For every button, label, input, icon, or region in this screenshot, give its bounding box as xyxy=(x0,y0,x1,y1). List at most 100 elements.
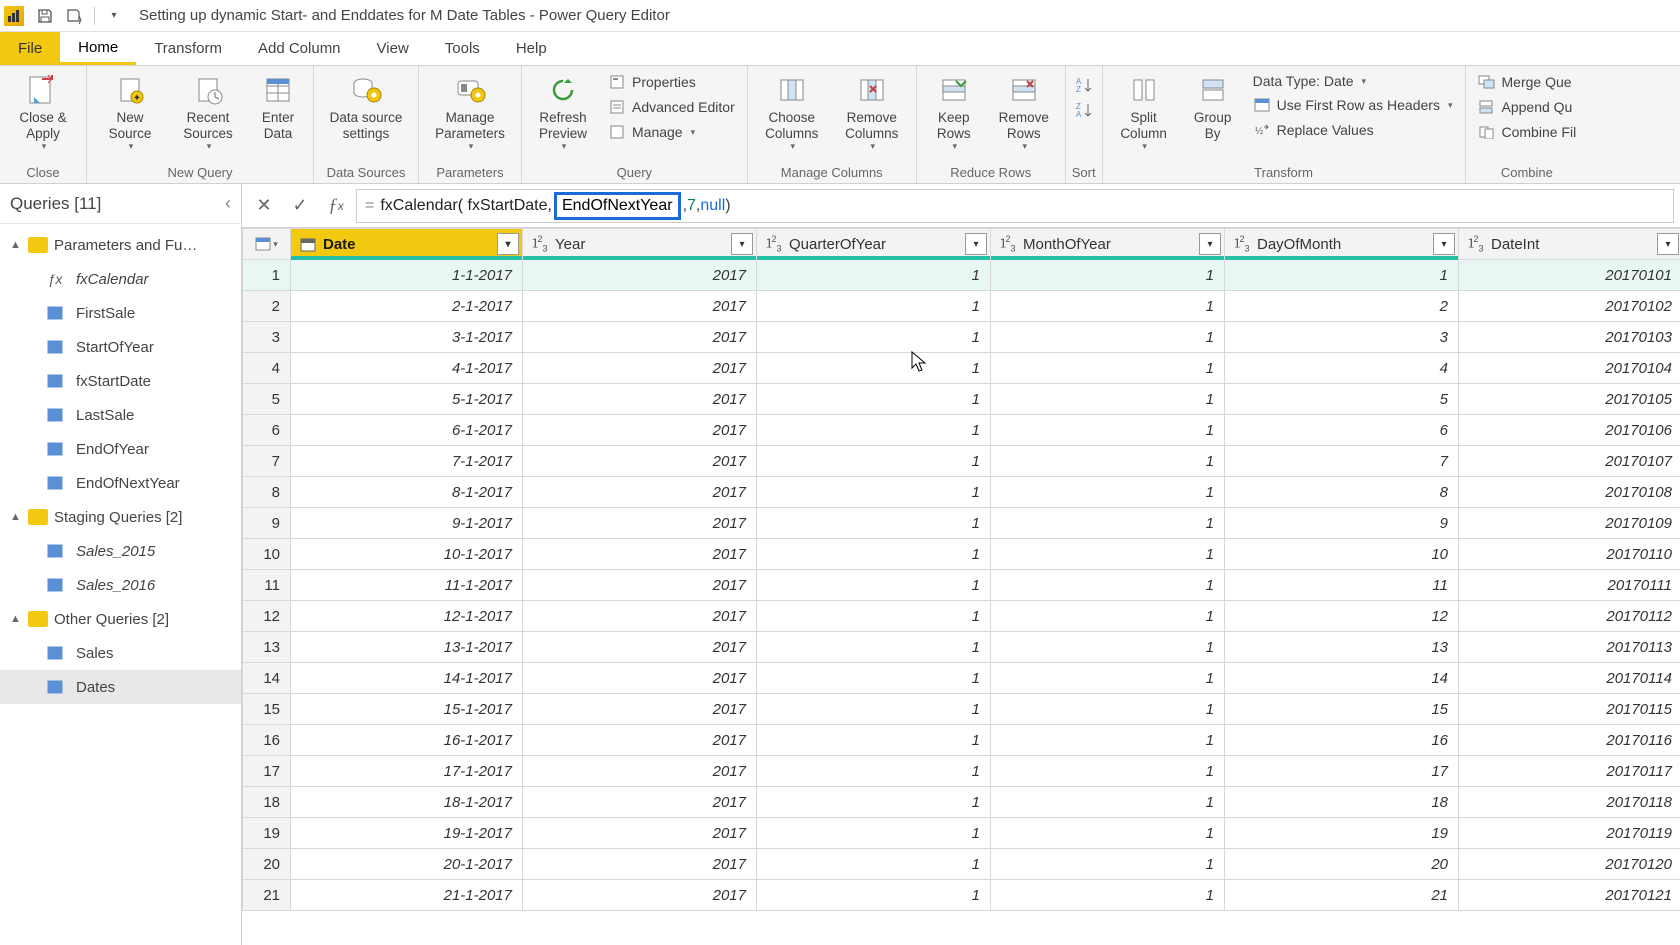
group-by-button[interactable]: Group By xyxy=(1183,68,1243,141)
cell[interactable]: 12 xyxy=(1225,601,1459,632)
filter-dropdown-icon[interactable]: ▾ xyxy=(1199,233,1221,255)
cell[interactable]: 1 xyxy=(991,787,1225,818)
table-row[interactable]: 66-1-2017201711620170106 xyxy=(243,415,1680,446)
filter-dropdown-icon[interactable]: ▾ xyxy=(731,233,753,255)
cell[interactable]: 2017 xyxy=(523,539,757,570)
merge-queries-button[interactable]: Merge Que xyxy=(1472,71,1583,93)
type-icon[interactable]: 123 xyxy=(1231,234,1253,254)
cell[interactable]: 13-1-2017 xyxy=(291,632,523,663)
table-row[interactable]: 1515-1-20172017111520170115 xyxy=(243,694,1680,725)
cell[interactable]: 1 xyxy=(991,694,1225,725)
tab-transform[interactable]: Transform xyxy=(136,32,240,65)
manage-button[interactable]: Manage▾ xyxy=(602,121,741,143)
cell[interactable]: 1 xyxy=(757,539,991,570)
choose-columns-button[interactable]: Choose Columns▾ xyxy=(754,68,830,152)
cell[interactable]: 1 xyxy=(991,446,1225,477)
table-row[interactable]: 1717-1-20172017111720170117 xyxy=(243,756,1680,787)
table-row[interactable]: 1212-1-20172017111220170112 xyxy=(243,601,1680,632)
save-as-icon[interactable] xyxy=(64,5,86,27)
queries-item[interactable]: EndOfYear xyxy=(0,432,241,466)
cell[interactable]: 2017 xyxy=(523,322,757,353)
split-column-button[interactable]: Split Column▾ xyxy=(1109,68,1179,152)
queries-group[interactable]: ▲Other Queries [2] xyxy=(0,602,241,636)
cell[interactable]: 1 xyxy=(991,632,1225,663)
cell[interactable]: 20170102 xyxy=(1459,291,1680,322)
cell[interactable]: 20170105 xyxy=(1459,384,1680,415)
cell[interactable]: 2017 xyxy=(523,787,757,818)
cell[interactable]: 20170114 xyxy=(1459,663,1680,694)
cell[interactable]: 1 xyxy=(991,601,1225,632)
cell[interactable]: 2017 xyxy=(523,663,757,694)
cell[interactable]: 1 xyxy=(757,632,991,663)
cell[interactable]: 1 xyxy=(991,353,1225,384)
cell[interactable]: 20170119 xyxy=(1459,818,1680,849)
cell[interactable]: 20170118 xyxy=(1459,787,1680,818)
queries-item[interactable]: ƒxfxCalendar xyxy=(0,262,241,296)
cell[interactable]: 19-1-2017 xyxy=(291,818,523,849)
cell[interactable]: 1 xyxy=(991,539,1225,570)
column-header[interactable]: 123MonthOfYear▾ xyxy=(991,229,1225,260)
cell[interactable]: 11-1-2017 xyxy=(291,570,523,601)
queries-item[interactable]: Sales xyxy=(0,636,241,670)
cell[interactable]: 20170104 xyxy=(1459,353,1680,384)
queries-item[interactable]: EndOfNextYear xyxy=(0,466,241,500)
cell[interactable]: 3 xyxy=(1225,322,1459,353)
cell[interactable]: 18-1-2017 xyxy=(291,787,523,818)
cell[interactable]: 3-1-2017 xyxy=(291,322,523,353)
new-source-button[interactable]: ✦ New Source▾ xyxy=(93,68,167,152)
queries-item[interactable]: Sales_2016 xyxy=(0,568,241,602)
table-row[interactable]: 55-1-2017201711520170105 xyxy=(243,384,1680,415)
cell[interactable]: 8-1-2017 xyxy=(291,477,523,508)
formula-commit-button[interactable]: ✓ xyxy=(284,190,316,222)
cell[interactable]: 13 xyxy=(1225,632,1459,663)
queries-tree[interactable]: ▲Parameters and Fu…ƒxfxCalendarFirstSale… xyxy=(0,224,241,945)
cell[interactable]: 1 xyxy=(757,756,991,787)
use-first-row-button[interactable]: Use First Row as Headers▾ xyxy=(1247,94,1459,116)
cell[interactable]: 1 xyxy=(991,663,1225,694)
queries-item[interactable]: Dates xyxy=(0,670,241,704)
tab-file[interactable]: File xyxy=(0,32,60,65)
row-number[interactable]: 17 xyxy=(243,756,291,787)
cell[interactable]: 21 xyxy=(1225,880,1459,911)
cell[interactable]: 20170120 xyxy=(1459,849,1680,880)
refresh-preview-button[interactable]: Refresh Preview▾ xyxy=(528,68,598,152)
replace-values-button[interactable]: ½Replace Values xyxy=(1247,119,1459,141)
cell[interactable]: 2017 xyxy=(523,291,757,322)
cell[interactable]: 21-1-2017 xyxy=(291,880,523,911)
qat-dropdown-icon[interactable]: ▾ xyxy=(103,5,125,27)
queries-item[interactable]: FirstSale xyxy=(0,296,241,330)
cell[interactable]: 4 xyxy=(1225,353,1459,384)
sort-asc-button[interactable]: AZ xyxy=(1072,74,1094,96)
cell[interactable]: 2017 xyxy=(523,260,757,291)
cell[interactable]: 9 xyxy=(1225,508,1459,539)
cell[interactable]: 2017 xyxy=(523,570,757,601)
column-header[interactable]: Date▾ xyxy=(291,229,523,260)
row-number[interactable]: 9 xyxy=(243,508,291,539)
row-number[interactable]: 4 xyxy=(243,353,291,384)
cell[interactable]: 1 xyxy=(991,570,1225,601)
cell[interactable]: 1 xyxy=(757,477,991,508)
table-row[interactable]: 1313-1-20172017111320170113 xyxy=(243,632,1680,663)
row-number[interactable]: 15 xyxy=(243,694,291,725)
cell[interactable]: 1 xyxy=(991,415,1225,446)
row-number[interactable]: 18 xyxy=(243,787,291,818)
cell[interactable]: 1 xyxy=(757,508,991,539)
cell[interactable]: 7 xyxy=(1225,446,1459,477)
cell[interactable]: 1 xyxy=(757,260,991,291)
row-number[interactable]: 14 xyxy=(243,663,291,694)
cell[interactable]: 5 xyxy=(1225,384,1459,415)
table-row[interactable]: 88-1-2017201711820170108 xyxy=(243,477,1680,508)
row-number[interactable]: 13 xyxy=(243,632,291,663)
row-number[interactable]: 21 xyxy=(243,880,291,911)
cell[interactable]: 1 xyxy=(991,756,1225,787)
cell[interactable]: 20170103 xyxy=(1459,322,1680,353)
table-row[interactable]: 1111-1-20172017111120170111 xyxy=(243,570,1680,601)
cell[interactable]: 20170111 xyxy=(1459,570,1680,601)
cell[interactable]: 9-1-2017 xyxy=(291,508,523,539)
cell[interactable]: 20170115 xyxy=(1459,694,1680,725)
cell[interactable]: 1 xyxy=(991,477,1225,508)
recent-sources-button[interactable]: Recent Sources▾ xyxy=(171,68,245,152)
cell[interactable]: 19 xyxy=(1225,818,1459,849)
cell[interactable]: 16 xyxy=(1225,725,1459,756)
cell[interactable]: 2017 xyxy=(523,477,757,508)
